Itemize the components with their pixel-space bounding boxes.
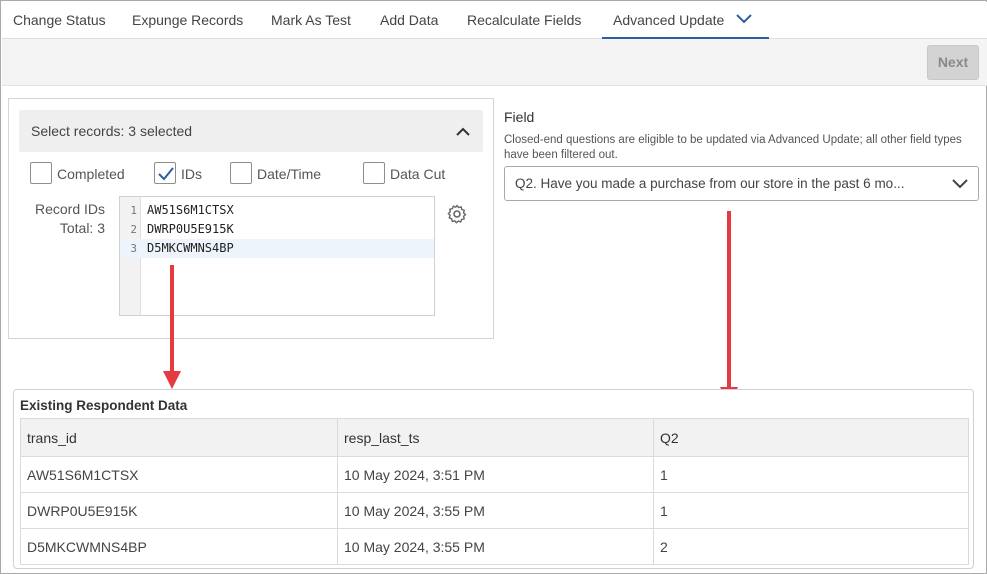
field-description: Closed-end questions are eligible to be … (504, 134, 962, 161)
annotation-arrow-left (162, 263, 182, 396)
tab-mark-as-test[interactable]: Mark As Test (271, 2, 351, 39)
table-cell: 2 (653, 528, 969, 565)
column-header[interactable]: trans_id (20, 418, 338, 457)
toolbar: Next (2, 39, 987, 86)
field-title: Field (504, 109, 535, 125)
table-header-row: trans_id resp_last_ts Q2 (20, 418, 969, 457)
record-ids-total: Total: 3 (59, 220, 105, 236)
next-button[interactable]: Next (927, 45, 979, 80)
table-cell: 10 May 2024, 3:55 PM (337, 528, 654, 565)
editor-line: 1 AW51S6M1CTSX (120, 201, 434, 220)
tab-recalculate-fields[interactable]: Recalculate Fields (467, 2, 581, 39)
table-cell: 10 May 2024, 3:51 PM (337, 456, 654, 493)
line-number: 3 (130, 242, 137, 255)
select-records-label: Select records: 3 selected (31, 123, 193, 139)
action-tabs: Change Status Expunge Records Mark As Te… (2, 2, 987, 39)
chevron-down-icon[interactable] (736, 1, 753, 38)
ids-checkbox-label: IDs (181, 166, 202, 182)
tab-advanced-update-label: Advanced Update (613, 12, 725, 28)
record-ids-label: Record IDs Total: 3 (35, 200, 105, 238)
chevron-up-icon[interactable] (455, 123, 471, 141)
existing-data-title: Existing Respondent Data (20, 398, 188, 413)
completed-checkbox-label: Completed (57, 166, 125, 182)
line-number: 1 (130, 204, 137, 217)
column-header[interactable]: Q2 (653, 418, 969, 457)
window-frame: Change Status Expunge Records Mark As Te… (0, 0, 987, 574)
tab-change-status[interactable]: Change Status (13, 2, 106, 39)
gear-icon[interactable] (447, 204, 467, 229)
record-id-text: DWRP0U5E915K (147, 222, 234, 236)
line-number: 2 (130, 223, 137, 236)
existing-data-table: trans_id resp_last_ts Q2 AW51S6M1CTSX 10… (20, 418, 969, 565)
annotation-arrow-right (719, 209, 739, 412)
table-cell: 10 May 2024, 3:55 PM (337, 492, 654, 529)
select-records-panel: Select records: 3 selected Completed IDs… (8, 98, 494, 339)
checkmark-icon (158, 167, 174, 181)
editor-line: 2 DWRP0U5E915K (120, 220, 434, 239)
date-time-checkbox-box[interactable] (230, 162, 252, 184)
completed-checkbox-box[interactable] (30, 162, 52, 184)
select-records-header[interactable]: Select records: 3 selected (19, 110, 483, 152)
field-select[interactable]: Q2. Have you made a purchase from our st… (504, 166, 979, 201)
record-id-text: D5MKCWMNS4BP (147, 241, 234, 255)
column-header[interactable]: resp_last_ts (337, 418, 654, 457)
existing-respondent-data: Existing Respondent Data trans_id resp_l… (13, 389, 974, 569)
table-cell: AW51S6M1CTSX (20, 456, 338, 493)
data-cut-checkbox-box[interactable] (363, 162, 385, 184)
table-row: DWRP0U5E915K 10 May 2024, 3:55 PM 1 (20, 492, 969, 529)
table-cell: D5MKCWMNS4BP (20, 528, 338, 565)
tab-expunge-records[interactable]: Expunge Records (132, 2, 243, 39)
table-cell: DWRP0U5E915K (20, 492, 338, 529)
data-cut-checkbox-label: Data Cut (390, 166, 446, 182)
editor-line-active: 3 D5MKCWMNS4BP (120, 239, 434, 258)
chevron-down-icon[interactable] (951, 177, 969, 195)
table-cell: 1 (653, 492, 969, 529)
table-row: D5MKCWMNS4BP 10 May 2024, 3:55 PM 2 (20, 528, 969, 565)
record-ids-title: Record IDs (34, 201, 105, 217)
table-cell: 1 (653, 456, 969, 493)
record-id-text: AW51S6M1CTSX (147, 203, 234, 217)
field-select-value: Q2. Have you made a purchase from our st… (515, 176, 905, 191)
tab-advanced-update[interactable]: Advanced Update (602, 2, 769, 39)
table-row: AW51S6M1CTSX 10 May 2024, 3:51 PM 1 (20, 456, 969, 493)
tab-add-data[interactable]: Add Data (380, 2, 438, 39)
ids-checkbox-box[interactable] (154, 162, 176, 184)
date-time-checkbox-label: Date/Time (257, 166, 322, 182)
